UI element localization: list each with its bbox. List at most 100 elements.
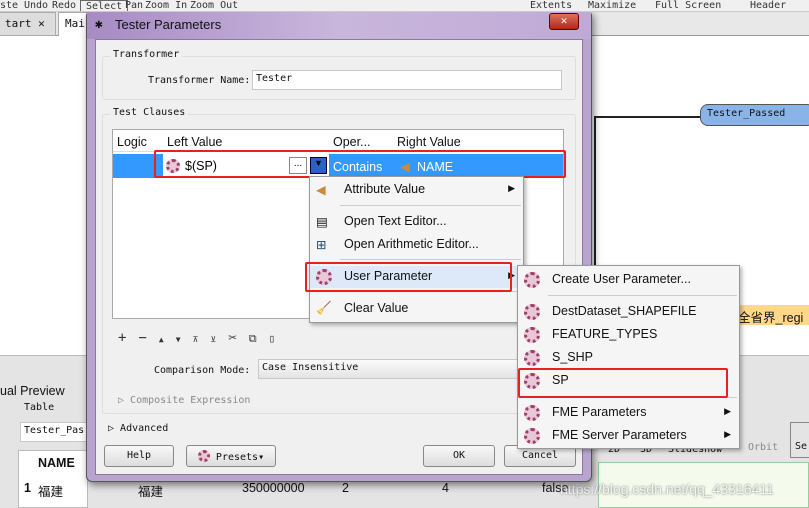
separator [340, 205, 521, 206]
menu-item-open-text-editor[interactable]: ▤ Open Text Editor... [310, 211, 523, 233]
paste-icon: ▯ [268, 332, 288, 345]
help-button[interactable]: Help [104, 445, 174, 467]
cell: 福建 [38, 485, 64, 499]
left-value-menu: ◀ Attribute Value ▶ ▤ Open Text Editor... ⊞… [309, 176, 524, 323]
menu-label: Clear Value [344, 301, 409, 315]
menu-item-open-arithmetic-editor[interactable]: ⊞ Open Arithmetic Editor... [310, 234, 523, 256]
presets-label: Presets [215, 452, 259, 463]
arithmetic-editor-icon: ⊞ [316, 238, 327, 252]
menu-item-s-shp[interactable]: S_SHP [518, 347, 739, 369]
dialog-titlebar[interactable]: ✱ Tester Parameters ✕ [87, 11, 591, 39]
user-parameter-icon [524, 350, 540, 366]
transformer-name-input[interactable]: Tester [252, 70, 562, 90]
orbit-button[interactable]: Orbit [748, 442, 778, 453]
menu-label: FME Server Parameters [552, 428, 687, 442]
menu-label: Attribute Value [344, 182, 426, 196]
transformer-name-label: Transformer Name: [148, 75, 251, 86]
row-tools[interactable]: +−▲▼⊼⊻✂⧉▯ [118, 330, 287, 346]
separator [548, 295, 737, 296]
comparison-mode-select[interactable]: Case Insensitive [258, 359, 558, 379]
menu-item-feature-types[interactable]: FEATURE_TYPES [518, 324, 739, 346]
table-header: Logic Left Value Oper... Right Value [113, 130, 563, 152]
separator [340, 259, 521, 260]
feature-node[interactable]: 全省界_regi [735, 305, 809, 325]
advanced-toggle[interactable]: ▷ Advanced [108, 423, 168, 434]
user-parameter-icon [524, 272, 540, 288]
toolbar-maximize[interactable]: Maximize [588, 0, 636, 11]
menu-item-destdataset-shapefile[interactable]: DestDataset_SHAPEFILE [518, 301, 739, 323]
menu-label: FME Parameters [552, 405, 647, 419]
dialog-title: Tester Parameters [115, 17, 222, 32]
close-button[interactable]: ✕ [549, 13, 579, 30]
toolbar-full-screen[interactable]: Full Screen [655, 0, 721, 11]
menu-label: DestDataset_SHAPEFILE [552, 304, 697, 318]
text-editor-icon: ▤ [316, 215, 328, 229]
move-down-icon: ▼ [175, 335, 193, 344]
user-parameter-icon [524, 405, 540, 421]
add-icon: + [118, 330, 139, 346]
close-icon[interactable]: ✕ [38, 17, 45, 30]
toolbar-extents[interactable]: Extents [530, 0, 572, 11]
menu-item-clear-value[interactable]: 🧹 Clear Value [310, 298, 523, 320]
menu-item-fme-parameters[interactable]: FME Parameters ▶ [518, 402, 739, 424]
tab-label: Mai [65, 17, 85, 30]
toolbar-zoom-out[interactable]: Zoom Out [190, 0, 238, 11]
user-parameter-icon [524, 304, 540, 320]
watermark: https://blog.csdn.net/qq_43316411 [560, 481, 774, 497]
highlight-box [154, 150, 566, 178]
column-operator[interactable]: Oper... [333, 135, 371, 149]
column-header-name[interactable]: NAME [38, 456, 75, 470]
submenu-arrow-icon: ▶ [724, 406, 731, 416]
column-right-value[interactable]: Right Value [397, 135, 461, 149]
toolbar-zoom-in[interactable]: Zoom In [145, 0, 187, 11]
cell: 4 [442, 481, 449, 495]
menu-item-fme-server-parameters[interactable]: FME Server Parameters ▶ [518, 425, 739, 447]
row-number: 1 [24, 481, 31, 495]
menu-item-attribute-value[interactable]: ◀ Attribute Value ▶ [310, 179, 523, 201]
tab-label: tart [5, 17, 32, 30]
advanced-label: Advanced [120, 423, 169, 434]
remove-icon: − [138, 330, 159, 346]
move-up-icon: ▲ [158, 335, 176, 344]
toolbar-select[interactable]: Select [80, 0, 129, 11]
tab-start[interactable]: tart ✕ [0, 12, 56, 36]
menu-label: S_SHP [552, 350, 593, 364]
cell: 福建 [138, 485, 164, 499]
group-label: Test Clauses [110, 107, 189, 118]
select-button[interactable]: Se [790, 422, 809, 458]
toolbar-pan[interactable]: Pan [125, 0, 143, 11]
app-icon: ✱ [95, 17, 103, 32]
menu-label: Create User Parameter... [552, 272, 691, 286]
attribute-icon: ◀ [316, 183, 326, 197]
connection-line [594, 116, 704, 118]
menu-label: Open Text Editor... [344, 214, 447, 228]
table-label: Table [24, 402, 55, 413]
submenu-arrow-icon: ▶ [724, 429, 731, 439]
column-logic[interactable]: Logic [117, 135, 147, 149]
presets-button[interactable]: Presets▾ [186, 445, 276, 467]
move-bottom-icon: ⊻ [210, 335, 229, 344]
toolbar-redo[interactable]: Redo [52, 0, 76, 11]
menu-item-create-user-parameter[interactable]: Create User Parameter... [518, 269, 739, 291]
move-top-icon: ⊼ [192, 335, 211, 344]
copy-icon: ⧉ [248, 332, 269, 345]
comparison-mode-label: Comparison Mode: [154, 365, 251, 376]
highlight-box [305, 262, 512, 292]
cell: 350000000 [242, 481, 305, 495]
toolbar-header[interactable]: Header [750, 0, 786, 11]
main-toolbar: ste Undo Redo Select Pan Zoom In Zoom Ou… [0, 0, 809, 12]
gear-icon [197, 450, 210, 462]
menu-label: FEATURE_TYPES [552, 327, 658, 341]
composite-expression-toggle[interactable]: ▷ Composite Expression [118, 395, 250, 406]
ok-button[interactable]: OK [423, 445, 495, 467]
broom-icon: 🧹 [316, 301, 332, 315]
table-select[interactable]: Tester_Pas [20, 422, 90, 442]
user-parameter-icon [524, 327, 540, 343]
toolbar-paste[interactable]: ste [0, 0, 18, 11]
preview-title: ual Preview [0, 384, 65, 398]
group-label: Transformer [110, 49, 183, 60]
toolbar-undo[interactable]: Undo [24, 0, 48, 11]
column-left-value[interactable]: Left Value [167, 135, 222, 149]
tester-passed-port[interactable]: Tester_Passed [700, 104, 809, 126]
cut-icon: ✂ [228, 330, 249, 346]
